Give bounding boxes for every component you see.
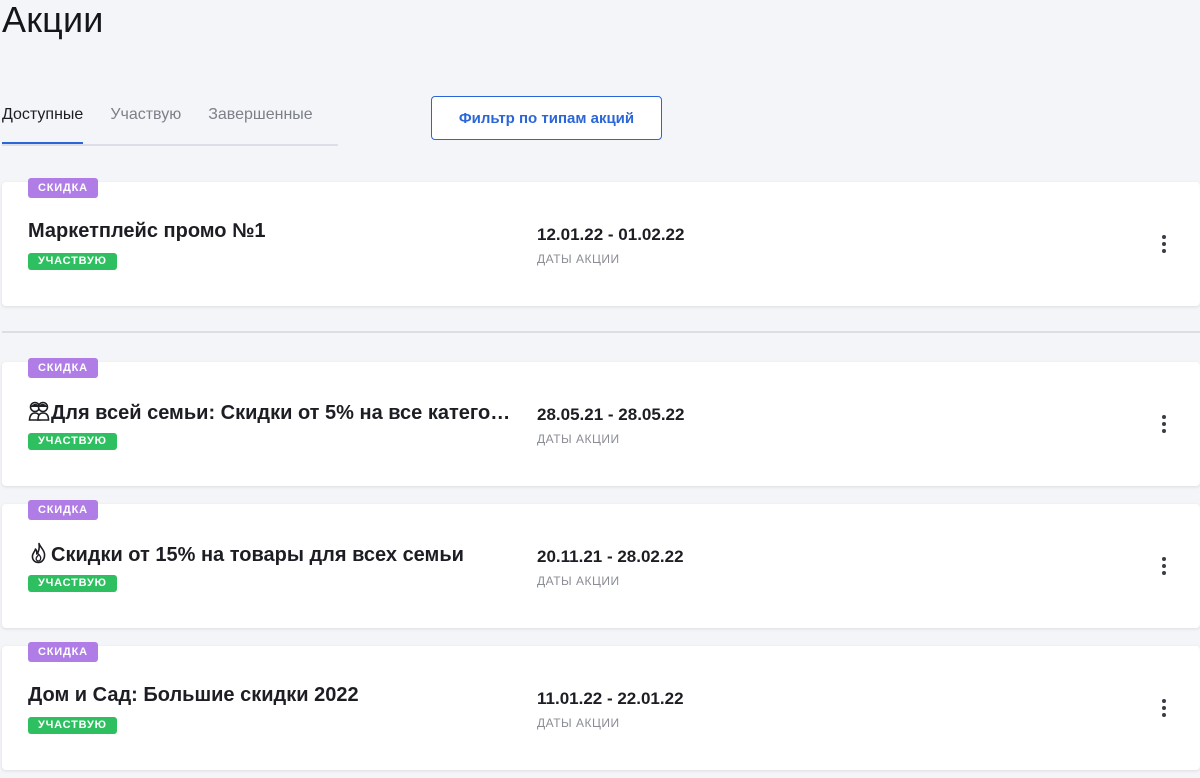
- status-badge: УЧАСТВУЮ: [28, 575, 117, 592]
- promotion-title-text: Скидки от 15% на товары для всех семьи: [51, 544, 464, 566]
- type-badge: СКИДКА: [28, 178, 98, 198]
- page-title: Акции: [2, 0, 104, 40]
- type-badge: СКИДКА: [28, 642, 98, 662]
- type-badge: СКИДКА: [28, 358, 98, 378]
- promotion-title[interactable]: Для всей семьи: Скидки от 5% на все кате…: [28, 400, 512, 425]
- promotion-dates-label: ДАТЫ АКЦИИ: [537, 716, 620, 730]
- promotion-dates-label: ДАТЫ АКЦИИ: [537, 252, 620, 266]
- promotion-card[interactable]: СКИДКА Маркетплейс промо №1 УЧАСТВУЮ 12.…: [2, 178, 1200, 306]
- tab-participating[interactable]: Участвую: [110, 96, 181, 142]
- tab-available[interactable]: Доступные: [2, 96, 84, 144]
- promotion-dates: 11.01.22 - 22.01.22: [537, 689, 684, 708]
- promotion-dates-label: ДАТЫ АКЦИИ: [537, 432, 620, 446]
- promotion-title[interactable]: Скидки от 15% на товары для всех семьи: [28, 542, 512, 567]
- promotion-card[interactable]: СКИДКА Для всей семьи: Скидки от 5% на в…: [2, 358, 1200, 486]
- status-badge: УЧАСТВУЮ: [28, 717, 117, 734]
- promotion-dates-label: ДАТЫ АКЦИИ: [537, 574, 620, 588]
- fire-icon: [31, 542, 46, 564]
- promotion-dates: 28.05.21 - 28.05.22: [537, 405, 685, 424]
- tab-completed[interactable]: Завершенные: [208, 96, 312, 142]
- more-options-icon[interactable]: [1152, 410, 1176, 438]
- filter-by-type-button[interactable]: Фильтр по типам акций: [431, 96, 662, 140]
- more-options-icon[interactable]: [1152, 230, 1176, 258]
- tabs: Доступные Участвую Завершенные: [2, 96, 338, 146]
- promotion-dates: 20.11.21 - 28.02.22: [537, 547, 684, 566]
- promotion-dates: 12.01.22 - 01.02.22: [537, 225, 685, 244]
- promotion-title[interactable]: Маркетплейс промо №1: [28, 220, 512, 243]
- promotion-title[interactable]: Дом и Сад: Большие скидки 2022: [28, 684, 512, 707]
- more-options-icon[interactable]: [1152, 694, 1176, 722]
- promotion-title-text: Маркетплейс промо №1: [28, 220, 266, 242]
- more-options-icon[interactable]: [1152, 552, 1176, 580]
- promotion-title-text: Дом и Сад: Большие скидки 2022: [28, 684, 359, 706]
- status-badge: УЧАСТВУЮ: [28, 433, 117, 450]
- promotion-title-text: Для всей семьи: Скидки от 5% на все кате…: [51, 402, 512, 424]
- divider: [2, 331, 1200, 333]
- family-icon: [28, 401, 50, 421]
- type-badge: СКИДКА: [28, 500, 98, 520]
- promotion-card[interactable]: СКИДКА Дом и Сад: Большие скидки 2022 УЧ…: [2, 642, 1200, 770]
- promotion-card[interactable]: СКИДКА Скидки от 15% на товары для всех …: [2, 500, 1200, 628]
- status-badge: УЧАСТВУЮ: [28, 253, 117, 270]
